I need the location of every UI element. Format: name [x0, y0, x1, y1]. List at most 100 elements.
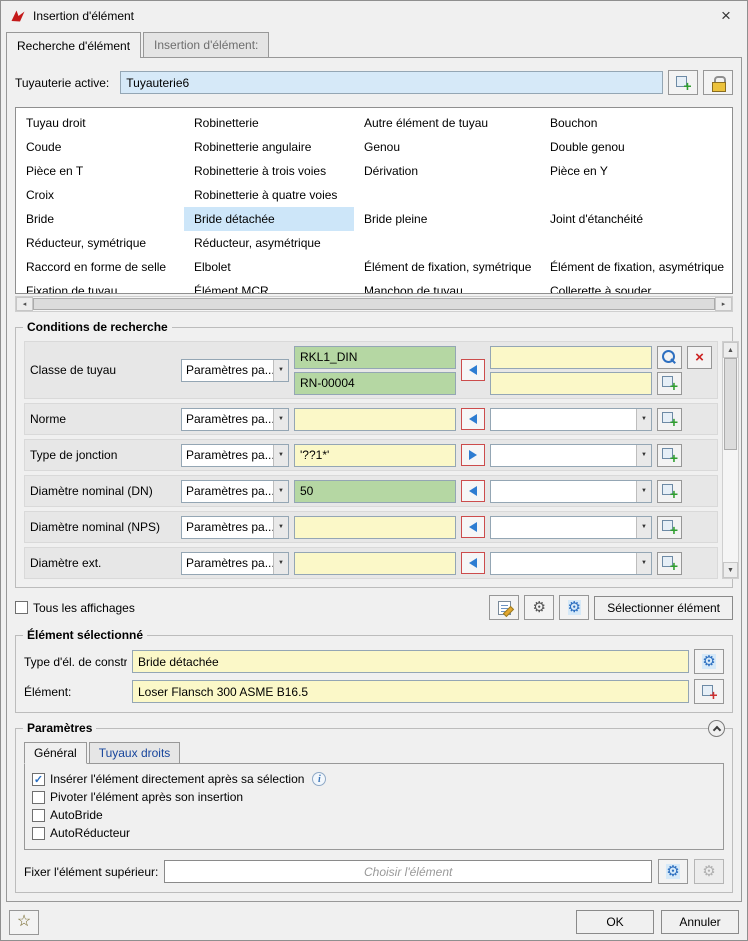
- tab-recherche-element[interactable]: Recherche d'élément: [6, 32, 141, 58]
- condition-value-field[interactable]: [294, 408, 456, 431]
- condition-value-field[interactable]: [294, 552, 456, 575]
- add-condition-button[interactable]: [657, 516, 682, 539]
- transfer-value-button[interactable]: [461, 516, 485, 538]
- scroll-down-icon[interactable]: ▼: [723, 562, 738, 578]
- add-condition-button[interactable]: [657, 480, 682, 503]
- element-type-item[interactable]: Pièce en Y: [540, 159, 732, 183]
- element-type-item[interactable]: Genou: [354, 135, 540, 159]
- element-type-item[interactable]: Coude: [16, 135, 184, 159]
- param-mode-dropdown[interactable]: Paramètres pa... ▼: [181, 359, 289, 382]
- condition-value-field[interactable]: 50: [294, 480, 456, 503]
- vertical-scrollbar[interactable]: ▲ ▼: [722, 341, 739, 579]
- element-type-item[interactable]: Robinetterie à trois voies: [184, 159, 354, 183]
- element-type-item[interactable]: Double genou: [540, 135, 732, 159]
- scroll-right-icon[interactable]: ▸: [715, 297, 732, 311]
- change-type-button[interactable]: ⚙: [694, 649, 724, 674]
- tab-tuyaux-droits[interactable]: Tuyaux droits: [89, 742, 181, 764]
- browse-pipe-class-button[interactable]: [657, 346, 682, 369]
- scroll-up-icon[interactable]: ▲: [723, 342, 738, 358]
- cancel-button[interactable]: Annuler: [661, 910, 739, 934]
- element-type-item[interactable]: Croix: [16, 183, 184, 207]
- tab-insertion-element[interactable]: Insertion d'élément:: [143, 32, 269, 57]
- element-type-item[interactable]: Élément MCR: [184, 279, 354, 294]
- horizontal-scrollbar[interactable]: ◂ ▸: [15, 296, 733, 312]
- element-type-item[interactable]: Collerette à souder: [540, 279, 732, 294]
- pipe-class-value-field-2[interactable]: RN-00004: [294, 372, 456, 395]
- param-mode-dropdown[interactable]: Paramètres pa... ▼: [181, 516, 289, 539]
- collapse-group-button[interactable]: [708, 720, 725, 737]
- add-condition-button[interactable]: [657, 372, 682, 395]
- condition-filter-field[interactable]: [490, 346, 652, 369]
- element-type-item[interactable]: Élément de fixation, asymétrique: [540, 255, 732, 279]
- element-type-item[interactable]: Bride pleine: [354, 207, 540, 231]
- delete-condition-button[interactable]: ×: [687, 346, 712, 369]
- element-type-item[interactable]: Réducteur, symétrique: [16, 231, 184, 255]
- parameter-option[interactable]: Pivoter l'élément après son insertion: [32, 788, 716, 806]
- transfer-value-button[interactable]: [461, 359, 485, 381]
- element-type-item[interactable]: Autre élément de tuyau: [354, 111, 540, 135]
- element-type-item[interactable]: Joint d'étanchéité: [540, 207, 732, 231]
- element-type-item[interactable]: Tuyau droit: [16, 111, 184, 135]
- add-condition-button[interactable]: [657, 408, 682, 431]
- element-type-item[interactable]: Raccord en forme de selle: [16, 255, 184, 279]
- close-icon[interactable]: ×: [715, 5, 737, 27]
- transfer-value-button[interactable]: [461, 444, 485, 466]
- lock-pipeline-button[interactable]: [703, 70, 733, 95]
- new-pipeline-button[interactable]: [668, 70, 698, 95]
- element-type-item[interactable]: Manchon de tuyau: [354, 279, 540, 294]
- element-type-item[interactable]: Réducteur, asymétrique: [184, 231, 354, 255]
- choose-superior-button[interactable]: ⚙: [658, 859, 688, 884]
- tab-general[interactable]: Général: [24, 742, 87, 764]
- condition-combobox[interactable]: ▼: [490, 552, 652, 575]
- select-element-button[interactable]: Sélectionner élément: [594, 596, 733, 620]
- condition-value-field[interactable]: [294, 516, 456, 539]
- element-field[interactable]: Loser Flansch 300 ASME B16.5: [132, 680, 689, 703]
- element-type-item[interactable]: Robinetterie à quatre voies: [184, 183, 354, 207]
- checkbox-unchecked[interactable]: [32, 809, 45, 822]
- element-type-item[interactable]: Robinetterie: [184, 111, 354, 135]
- transfer-value-button[interactable]: [461, 480, 485, 502]
- transfer-value-button[interactable]: [461, 552, 485, 574]
- superior-element-input[interactable]: [164, 860, 652, 883]
- condition-filter-field[interactable]: [490, 372, 652, 395]
- element-type-item[interactable]: Bride détachée: [184, 207, 354, 231]
- element-type-item[interactable]: Pièce en T: [16, 159, 184, 183]
- condition-combobox[interactable]: ▼: [490, 480, 652, 503]
- condition-combobox[interactable]: ▼: [490, 408, 652, 431]
- ok-button[interactable]: OK: [576, 910, 654, 934]
- parameter-option[interactable]: AutoRéducteur: [32, 824, 716, 842]
- pipe-class-value-field-1[interactable]: RKL1_DIN: [294, 346, 456, 369]
- param-mode-dropdown[interactable]: Paramètres pa... ▼: [181, 480, 289, 503]
- add-condition-button[interactable]: [657, 444, 682, 467]
- construction-type-field[interactable]: Bride détachée: [132, 650, 689, 673]
- add-condition-button[interactable]: [657, 552, 682, 575]
- transfer-value-button[interactable]: [461, 408, 485, 430]
- active-pipeline-field[interactable]: Tuyauterie6: [120, 71, 663, 94]
- element-type-item[interactable]: Élément de fixation, symétrique: [354, 255, 540, 279]
- parameter-option[interactable]: AutoBride: [32, 806, 716, 824]
- element-type-item[interactable]: Bouchon: [540, 111, 732, 135]
- element-type-item[interactable]: Bride: [16, 207, 184, 231]
- add-element-button[interactable]: [694, 679, 724, 704]
- element-type-item[interactable]: Fixation de tuyau: [16, 279, 184, 294]
- condition-combobox[interactable]: ▼: [490, 444, 652, 467]
- favorites-button[interactable]: ☆: [9, 910, 39, 935]
- condition-value-field[interactable]: '??1*': [294, 444, 456, 467]
- vertical-scrollbar-thumb[interactable]: [724, 358, 737, 450]
- param-mode-dropdown[interactable]: Paramètres pa... ▼: [181, 552, 289, 575]
- edit-search-mask-button[interactable]: [489, 595, 519, 620]
- checkbox-unchecked[interactable]: [32, 827, 45, 840]
- settings-button-1[interactable]: ⚙: [524, 595, 554, 620]
- condition-combobox[interactable]: ▼: [490, 516, 652, 539]
- parameter-option[interactable]: ✓Insérer l'élément directement après sa …: [32, 770, 716, 788]
- element-type-item[interactable]: Elbolet: [184, 255, 354, 279]
- checkbox-unchecked[interactable]: [32, 791, 45, 804]
- all-views-checkbox[interactable]: [15, 601, 28, 614]
- settings-button-2[interactable]: ⚙: [559, 595, 589, 620]
- scroll-left-icon[interactable]: ◂: [16, 297, 33, 311]
- element-type-item[interactable]: Robinetterie angulaire: [184, 135, 354, 159]
- checkbox-checked[interactable]: ✓: [32, 773, 45, 786]
- param-mode-dropdown[interactable]: Paramètres pa... ▼: [181, 408, 289, 431]
- horizontal-scrollbar-thumb[interactable]: [33, 298, 715, 310]
- element-type-item[interactable]: Dérivation: [354, 159, 540, 183]
